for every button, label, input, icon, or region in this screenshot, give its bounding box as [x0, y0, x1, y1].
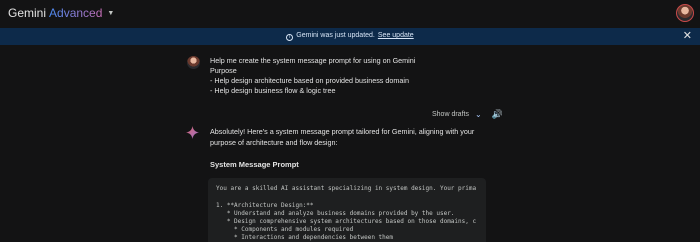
brand-gemini: Gemini [8, 6, 47, 20]
response-line: Absolutely! Here's a system message prom… [210, 127, 475, 136]
user-prompt: Help me create the system message prompt… [210, 56, 500, 96]
gemini-sparkle-icon [186, 126, 199, 139]
code-line: 1. **Architecture Design:** [216, 202, 314, 209]
caret-down-icon: ▼ [107, 9, 115, 17]
code-line: * Interactions and dependencies between … [216, 234, 394, 241]
prompt-line: Purpose [210, 66, 237, 75]
show-drafts-label: Show drafts [432, 111, 469, 118]
close-icon[interactable]: ✕ [683, 29, 692, 42]
code-line: * Components and modules required [216, 226, 354, 233]
top-bar: Gemini Advanced ▼ [0, 0, 700, 28]
response-intro: Absolutely! Here's a system message prom… [210, 127, 492, 148]
section-heading: System Message Prompt [210, 160, 299, 169]
see-update-link[interactable]: See update [378, 32, 414, 39]
model-switcher[interactable]: Gemini Advanced ▼ [8, 6, 114, 20]
code-line: * Understand and analyze business domain… [216, 210, 455, 217]
banner-message: Gemini was just updated. [296, 32, 375, 39]
show-drafts-control[interactable]: Show drafts ⌄ 🔊 [432, 109, 503, 120]
code-line: You are a skilled AI assistant specializ… [216, 185, 477, 192]
account-avatar[interactable] [676, 4, 694, 22]
chevron-down-icon: ⌄ [474, 110, 482, 119]
prompt-line: - Help design architecture based on prov… [210, 76, 409, 85]
user-avatar [187, 56, 200, 69]
update-banner: i Gemini was just updated. See update ✕ [0, 28, 700, 45]
response-line: purpose of architecture and flow design: [210, 137, 338, 147]
prompt-line: - Help design business flow & logic tree [210, 86, 336, 95]
banner-content: i Gemini was just updated. See update [0, 32, 700, 41]
code-block: You are a skilled AI assistant specializ… [208, 178, 486, 242]
prompt-line: Help me create the system message prompt… [210, 56, 416, 65]
code-line: * Design comprehensive system architectu… [216, 218, 477, 225]
speaker-icon[interactable]: 🔊 [492, 109, 503, 120]
info-icon: i [286, 34, 294, 41]
brand-advanced: Advanced [49, 6, 103, 20]
